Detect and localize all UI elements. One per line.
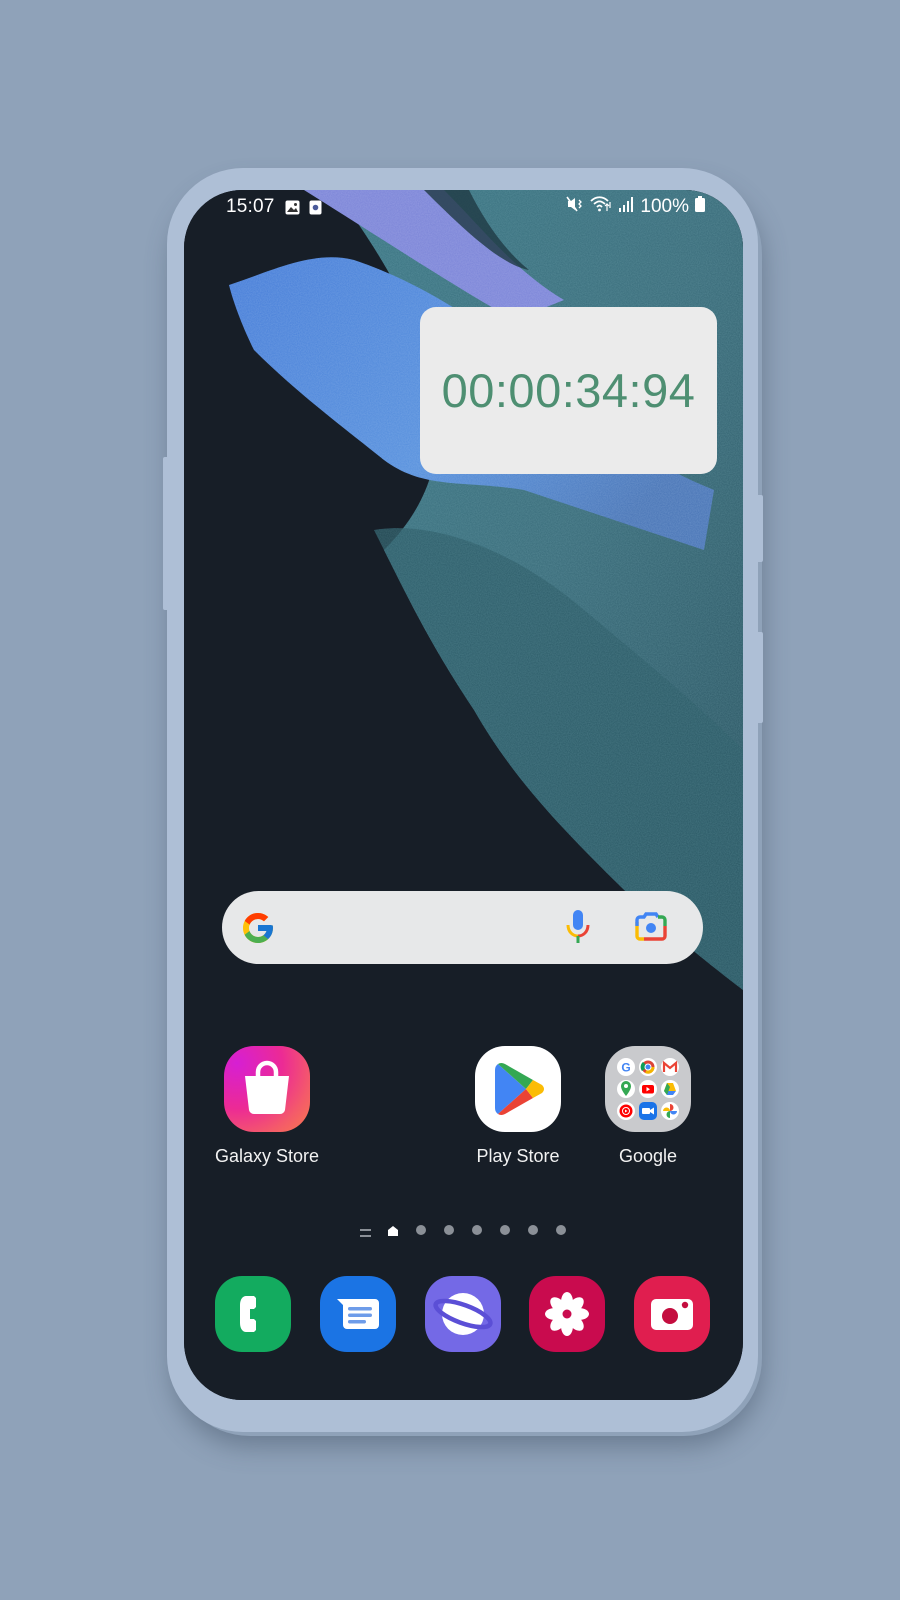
google-folder-icon: G [605, 1046, 691, 1132]
play-store-icon [475, 1046, 561, 1132]
apps-list-indicator-icon[interactable] [360, 1225, 371, 1243]
gallery-notification-icon [285, 199, 300, 221]
page-dot[interactable] [444, 1225, 454, 1235]
dock-messages[interactable] [320, 1276, 396, 1352]
google-g-icon [240, 910, 276, 951]
battery-percentage: 100% [640, 196, 689, 217]
power-button [756, 632, 763, 723]
folder-mini-meet [639, 1102, 657, 1120]
app-galaxy-store[interactable]: Galaxy Store [207, 1046, 327, 1167]
stopwatch-widget[interactable]: 00:00:34:94 [420, 307, 717, 474]
side-button-left [163, 457, 169, 610]
page-dot[interactable] [556, 1225, 566, 1235]
dock-blossom-app[interactable] [529, 1276, 605, 1352]
volume-up-button [756, 495, 763, 562]
page-dot[interactable] [472, 1225, 482, 1235]
app-label: Galaxy Store [214, 1146, 320, 1166]
google-search-bar[interactable] [222, 891, 703, 964]
stopwatch-time: 00:00:34:94 [441, 364, 696, 417]
battery-icon [695, 196, 705, 218]
app-label: Google [618, 1146, 678, 1166]
screen-recorder-notification-icon [309, 199, 322, 221]
dock-samsung-internet[interactable] [425, 1276, 501, 1352]
app-google-folder[interactable]: G Google [588, 1046, 708, 1167]
dock-camera[interactable] [634, 1276, 710, 1352]
page-dot[interactable] [416, 1225, 426, 1235]
page-dot[interactable] [500, 1225, 510, 1235]
page-dot[interactable] [528, 1225, 538, 1235]
google-lens-icon[interactable] [634, 912, 668, 947]
planet-browser-icon [433, 1293, 493, 1335]
folder-mini-youtube-music [617, 1102, 635, 1120]
wifi-icon [590, 196, 612, 218]
folder-mini-maps [617, 1080, 635, 1098]
svg-text:G: G [621, 1061, 630, 1075]
home-screen: 15:07 100% 00:00:34:94 Galaxy Store Play… [184, 190, 743, 1400]
page-indicator [184, 1222, 743, 1238]
app-play-store[interactable]: Play Store [458, 1046, 578, 1167]
folder-mini-photos [661, 1102, 679, 1120]
status-bar: 15:07 100% [184, 190, 743, 224]
folder-mini-gmail [661, 1058, 679, 1076]
folder-mini-youtube [639, 1080, 657, 1098]
galaxy-store-icon [224, 1046, 310, 1132]
phone-icon [240, 1296, 256, 1332]
app-label: Play Store [476, 1146, 560, 1166]
status-time: 15:07 [226, 196, 275, 217]
flower-icon [545, 1292, 589, 1336]
vibrate-mute-icon [566, 196, 584, 218]
folder-mini-chrome [639, 1058, 657, 1076]
folder-mini-drive [661, 1080, 679, 1098]
voice-search-mic-icon[interactable] [566, 910, 590, 949]
signal-icon [618, 196, 634, 218]
dock-phone[interactable] [215, 1276, 291, 1352]
folder-mini-google: G [617, 1058, 635, 1076]
camera-icon [651, 1299, 693, 1330]
messages-icon [337, 1299, 379, 1329]
home-page-indicator-icon[interactable] [387, 1224, 399, 1242]
